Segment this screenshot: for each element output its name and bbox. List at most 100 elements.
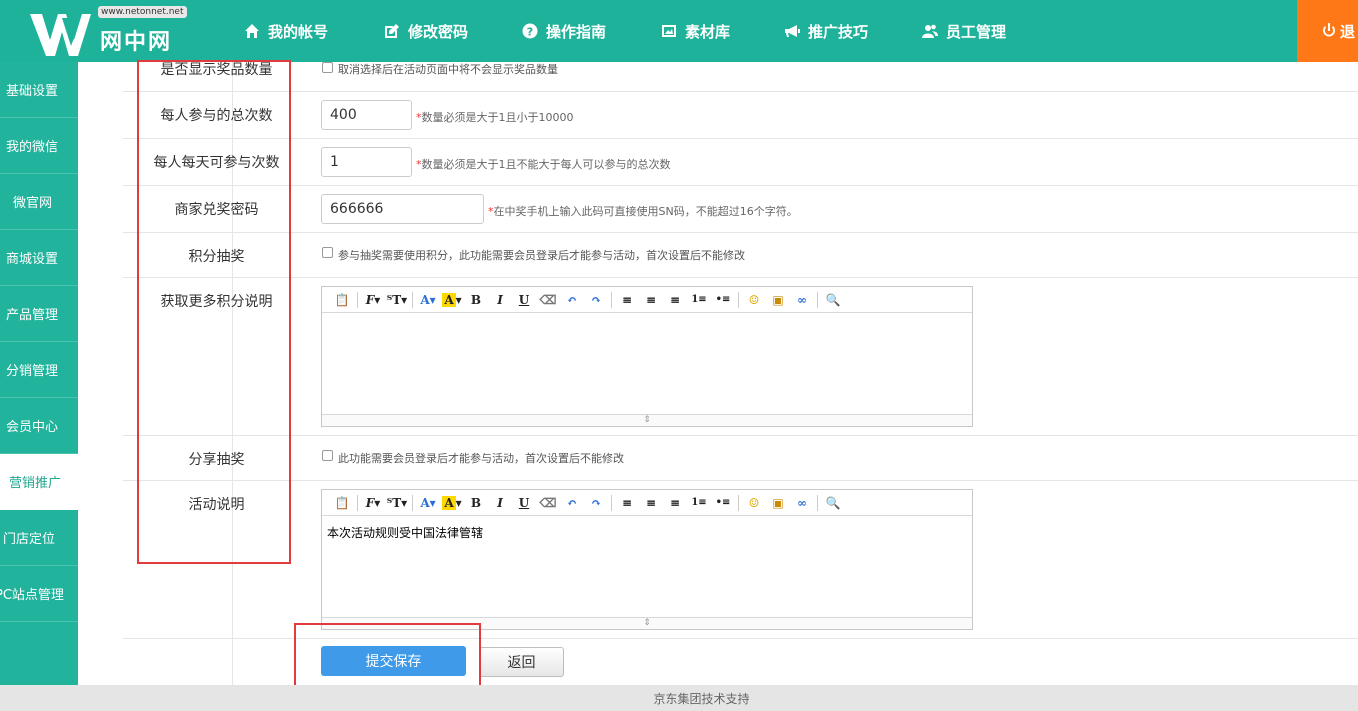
eraser-icon[interactable]: ⌫: [536, 493, 560, 513]
sidebar-item-marketing[interactable]: 营销推广: [0, 454, 78, 510]
align-left-icon[interactable]: ≡: [615, 493, 639, 513]
nav-my-account[interactable]: 我的帐号: [244, 0, 328, 62]
redo-icon[interactable]: ↷: [584, 290, 608, 310]
sidebar-item-product-management[interactable]: 产品管理: [0, 286, 78, 342]
row-show-prize-count: 是否显示奖品数量: [123, 62, 1358, 92]
sidebar-item-micro-site[interactable]: 微官网: [0, 174, 78, 230]
font-size-icon[interactable]: ᵀT▾: [385, 493, 409, 513]
sidebar: 基础设置 我的微信 微官网 商城设置 产品管理 分销管理 会员中心 营销推广 门…: [0, 62, 78, 685]
sidebar-item-mall-settings[interactable]: 商城设置: [0, 230, 78, 286]
sidebar-item-distribution[interactable]: 分销管理: [0, 342, 78, 398]
unordered-list-icon[interactable]: •≡: [711, 493, 735, 513]
align-center-icon[interactable]: ≡: [639, 290, 663, 310]
daily-times-hint: *数量必须是大于1且不能大于每人可以参与的总次数: [416, 156, 671, 172]
underline-icon[interactable]: U: [512, 290, 536, 310]
toolbar-divider: [357, 494, 358, 511]
align-right-icon[interactable]: ≡: [663, 493, 687, 513]
paste-icon[interactable]: 📋: [330, 493, 354, 513]
align-right-icon[interactable]: ≡: [663, 290, 687, 310]
editor-toolbar: 📋 F▾ ᵀT▾ A▾ A ▾ B I U ⌫ ↶ ↷ ≡ ≡ ≡ 1≡ •≡ ☺…: [322, 490, 972, 516]
nav-guide-label: 操作指南: [546, 22, 607, 41]
points-lottery-text: 参与抽奖需要使用积分，此功能需要会员登录后才能参与活动，首次设置后不能修改: [338, 249, 745, 262]
ordered-list-icon[interactable]: 1≡: [687, 493, 711, 513]
activity-desc-content[interactable]: 本次活动规则受中国法律管辖: [322, 516, 972, 549]
merchant-password-input[interactable]: 666666: [321, 194, 484, 224]
preview-icon[interactable]: 🔍: [821, 290, 845, 310]
link-icon[interactable]: ∞: [790, 493, 814, 513]
nav-my-account-label: 我的帐号: [268, 22, 329, 41]
show-prize-count-checkbox[interactable]: [322, 62, 333, 73]
font-size-icon[interactable]: ᵀT▾: [385, 290, 409, 310]
more-points-desc-content[interactable]: [322, 313, 972, 329]
activity-desc-editor[interactable]: 📋 F▾ ᵀT▾ A▾ A ▾ B I U ⌫ ↶ ↷ ≡ ≡ ≡ 1≡ •≡ ☺…: [321, 489, 973, 630]
logout-button[interactable]: 退: [1297, 0, 1358, 62]
font-color-icon[interactable]: A▾: [416, 493, 440, 513]
editor-toolbar: 📋 F▾ ᵀT▾ A▾ A ▾ B I U ⌫ ↶ ↷ ≡ ≡ ≡ 1≡ •≡ ☺…: [322, 287, 972, 313]
link-icon[interactable]: ∞: [790, 290, 814, 310]
more-points-desc-editor[interactable]: 📋 F▾ ᵀT▾ A▾ A ▾ B I U ⌫ ↶ ↷ ≡ ≡ ≡ 1≡ •≡ ☺…: [321, 286, 973, 427]
sidebar-item-pc-site[interactable]: PC站点管理: [0, 566, 78, 622]
nav-promotion-tips[interactable]: 推广技巧: [784, 0, 868, 62]
daily-times-hint-text: 数量必须是大于1且不能大于每人可以参与的总次数: [421, 158, 671, 171]
logout-label: 退: [1340, 22, 1356, 41]
back-button[interactable]: 返回: [479, 647, 564, 677]
emoticon-icon[interactable]: ☺: [742, 493, 766, 513]
nav-staff-management[interactable]: 员工管理: [922, 0, 1006, 62]
align-left-icon[interactable]: ≡: [615, 290, 639, 310]
total-times-input[interactable]: 400: [321, 100, 412, 130]
top-navigation-bar: www.netonnet.net 网中网 我的帐号 修改密码 ? 操作指南 素材…: [0, 0, 1358, 62]
highlight-swatch: A: [442, 292, 456, 307]
font-color-icon[interactable]: A▾: [416, 290, 440, 310]
editor-resize-handle[interactable]: ⇕: [322, 414, 972, 426]
toolbar-divider: [817, 494, 818, 511]
sidebar-item-my-wechat[interactable]: 我的微信: [0, 118, 78, 174]
toolbar-divider: [357, 291, 358, 308]
highlight-color-icon[interactable]: A ▾: [440, 493, 464, 513]
highlight-color-icon[interactable]: A ▾: [440, 290, 464, 310]
row-daily-times: 每人每天可参与次数: [123, 139, 1358, 186]
logo[interactable]: www.netonnet.net 网中网: [28, 4, 188, 58]
bold-icon[interactable]: B: [464, 493, 488, 513]
nav-guide[interactable]: ? 操作指南: [522, 0, 606, 62]
row-total-times: 每人参与的总次数: [123, 92, 1358, 139]
eraser-icon[interactable]: ⌫: [536, 290, 560, 310]
logo-site-url: www.netonnet.net: [98, 6, 187, 18]
sidebar-item-store-location[interactable]: 门店定位: [0, 510, 78, 566]
font-family-icon[interactable]: F▾: [361, 493, 385, 513]
bold-icon[interactable]: B: [464, 290, 488, 310]
undo-icon[interactable]: ↶: [560, 493, 584, 513]
footer: 京东集团技术支持: [0, 685, 1358, 711]
nav-material-library[interactable]: 素材库: [661, 0, 730, 62]
insert-image-icon[interactable]: ▣: [766, 493, 790, 513]
italic-icon[interactable]: I: [488, 493, 512, 513]
highlight-swatch: A: [442, 495, 456, 510]
insert-image-icon[interactable]: ▣: [766, 290, 790, 310]
emoticon-icon[interactable]: ☺: [742, 290, 766, 310]
nav-staff-management-label: 员工管理: [946, 22, 1007, 41]
nav-material-library-label: 素材库: [685, 22, 731, 41]
nav-change-password-label: 修改密码: [408, 22, 469, 41]
align-center-icon[interactable]: ≡: [639, 493, 663, 513]
nav-change-password[interactable]: 修改密码: [384, 0, 468, 62]
redo-icon[interactable]: ↷: [584, 493, 608, 513]
toolbar-divider: [412, 494, 413, 511]
ordered-list-icon[interactable]: 1≡: [687, 290, 711, 310]
preview-icon[interactable]: 🔍: [821, 493, 845, 513]
sidebar-item-member-center[interactable]: 会员中心: [0, 398, 78, 454]
submit-highlight-box: [294, 623, 481, 694]
underline-icon[interactable]: U: [512, 493, 536, 513]
footer-text: 京东集团技术支持: [653, 691, 750, 706]
unordered-list-icon[interactable]: •≡: [711, 290, 735, 310]
undo-icon[interactable]: ↶: [560, 290, 584, 310]
paste-icon[interactable]: 📋: [330, 290, 354, 310]
sidebar-item-basic-settings[interactable]: 基础设置: [0, 62, 78, 118]
font-family-icon[interactable]: F▾: [361, 290, 385, 310]
share-lottery-text: 此功能需要会员登录后才能参与活动，首次设置后不能修改: [338, 452, 624, 465]
points-lottery-checkbox[interactable]: [322, 247, 333, 258]
users-icon: [922, 24, 938, 38]
merchant-password-hint: *在中奖手机上输入此码可直接使用SN码，不能超过16个字符。: [488, 203, 798, 219]
toolbar-divider: [611, 494, 612, 511]
italic-icon[interactable]: I: [488, 290, 512, 310]
share-lottery-checkbox[interactable]: [322, 450, 333, 461]
daily-times-input[interactable]: 1: [321, 147, 412, 177]
